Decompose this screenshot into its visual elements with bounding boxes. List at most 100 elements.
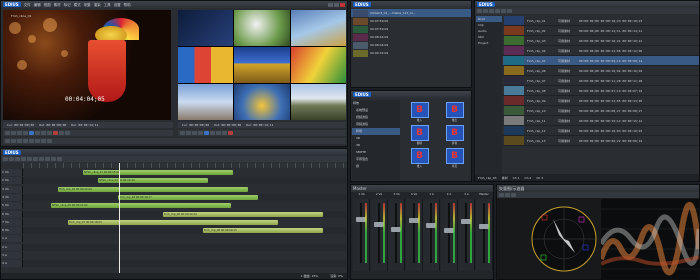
track-header[interactable]: 4 A xyxy=(1,260,23,268)
edit-tool-button[interactable] xyxy=(47,139,52,143)
effect-tree-node[interactable]: SMPTE xyxy=(352,149,400,156)
edit-tool-button[interactable] xyxy=(17,139,22,143)
bin-top-row[interactable]: 00:08:44:09 xyxy=(351,33,471,41)
bin-folder[interactable]: Project xyxy=(476,40,502,46)
play-button[interactable] xyxy=(29,131,34,135)
match-frame-button[interactable] xyxy=(65,131,70,135)
tl-tool-button[interactable] xyxy=(45,157,50,161)
bin-clip-row[interactable]: Fmh_clip_09 可用素材 00:00:00;00 00:00:13;05 0… xyxy=(503,96,699,106)
track-header[interactable]: 3 VA xyxy=(1,185,23,193)
cam-view-6[interactable] xyxy=(290,47,346,83)
menu-item[interactable]: 渲染 xyxy=(94,3,101,7)
track-header[interactable]: 7 VA xyxy=(1,218,23,226)
bin-tool-button[interactable] xyxy=(507,9,512,13)
effect-tree-node[interactable]: 2D xyxy=(352,135,400,142)
timeline-ruler[interactable] xyxy=(23,163,347,168)
effect-item[interactable]: B 推入 xyxy=(403,148,436,168)
tl-tool-button[interactable] xyxy=(15,157,20,161)
tl-tool-button[interactable] xyxy=(39,157,44,161)
set-in-button[interactable] xyxy=(5,131,10,135)
effect-tree-node[interactable]: 系统预设 xyxy=(352,107,400,114)
effect-tree-node[interactable]: 视频滤镜 xyxy=(352,114,400,121)
overwrite-button[interactable] xyxy=(53,131,58,135)
cam-view-8[interactable] xyxy=(234,84,290,120)
loop-button[interactable] xyxy=(47,131,52,135)
edit-tool-button[interactable] xyxy=(23,139,28,143)
timeline-clip[interactable]: Fmh_clip_07 00:00:18;03 xyxy=(68,219,278,225)
tl-tool-button[interactable] xyxy=(27,157,32,161)
scope-tool-button[interactable] xyxy=(505,193,510,197)
edit-tool-button[interactable] xyxy=(11,139,16,143)
edit-tool-button[interactable] xyxy=(29,139,34,143)
rec-play-button[interactable] xyxy=(204,131,209,135)
bin-top-row[interactable]: 00:00:32:09 xyxy=(351,49,471,57)
track-header[interactable]: 1 A xyxy=(1,235,23,243)
effect-tree-node[interactable]: 3D xyxy=(352,142,400,149)
track-header[interactable]: 2 VA xyxy=(1,177,23,185)
bin-clip-row[interactable]: Fmh_clip_03 可用素材 00:00:00;00 00:00:10;21 0… xyxy=(503,36,699,46)
bin-tool-button[interactable] xyxy=(477,9,482,13)
effect-tree-node[interactable]: 键 xyxy=(352,163,400,170)
track-header[interactable]: 4 VA xyxy=(1,193,23,201)
effect-tree-node[interactable]: 转场 xyxy=(352,128,400,135)
bin-tool-button[interactable] xyxy=(495,9,500,13)
bin-tool-button[interactable] xyxy=(501,9,506,13)
menu-item[interactable]: 素材 xyxy=(54,3,61,7)
rec-set-out-button[interactable] xyxy=(186,131,191,135)
close-button[interactable] xyxy=(340,2,345,7)
playhead[interactable] xyxy=(119,163,120,273)
track-header[interactable]: 8 VA xyxy=(1,227,23,235)
set-out-button[interactable] xyxy=(11,131,16,135)
effect-item[interactable]: B 折叠 xyxy=(438,125,471,145)
edit-tool-button[interactable] xyxy=(35,139,40,143)
bin-clip-row[interactable]: Fmh_clip_04 可用素材 00:00:00;00 00:00:12;06 0… xyxy=(503,46,699,56)
menu-item[interactable]: 设置 xyxy=(114,3,121,7)
bin-clip-row[interactable]: Fmh_clip_07 可用素材 00:00:00;00 00:00:11;28 0… xyxy=(503,76,699,86)
track-header[interactable]: 2 A xyxy=(1,243,23,251)
cam-view-9[interactable] xyxy=(290,84,346,120)
menu-item[interactable]: 采集 xyxy=(84,3,91,7)
rec-rewind-button[interactable] xyxy=(192,131,197,135)
tl-tool-button[interactable] xyxy=(21,157,26,161)
effect-item[interactable]: B 推出 xyxy=(438,102,471,122)
step-back-button[interactable] xyxy=(23,131,28,135)
cam-view-2[interactable] xyxy=(234,10,290,46)
edit-tool-button[interactable] xyxy=(5,139,10,143)
effect-item[interactable]: B 翻转 xyxy=(403,125,436,145)
effect-item[interactable]: B 推入 xyxy=(403,102,436,122)
scope-tool-button[interactable] xyxy=(511,193,516,197)
effect-tree-node[interactable]: 字幕混合 xyxy=(352,156,400,163)
bin-top-row[interactable]: 00:03:59:09 xyxy=(351,25,471,33)
edit-tool-button[interactable] xyxy=(41,139,46,143)
timeline-clip[interactable]: Fmh_clip_04 00:00:19;17 xyxy=(118,194,258,200)
tl-tool-button[interactable] xyxy=(9,157,14,161)
timeline-clip[interactable]: Fmh_clip_08 00:00:09;15 xyxy=(203,228,323,234)
bin-clip-row[interactable]: Fmh_clip_01 可用素材 00:00:00;00 00:00:18;23 0… xyxy=(503,16,699,26)
rewind-button[interactable] xyxy=(17,131,22,135)
bin-clip-row[interactable]: Fmh_clip_10 可用素材 00:00:00;00 00:00:08;27 0… xyxy=(503,106,699,116)
track-header[interactable]: 6 VA xyxy=(1,210,23,218)
rec-step-back-button[interactable] xyxy=(198,131,203,135)
track-header[interactable]: 3 A xyxy=(1,252,23,259)
menu-item[interactable]: 模式 xyxy=(74,3,81,7)
bin-clip-row[interactable]: Fmh_clip_06 可用素材 00:00:00;00 00:00:16;02 0… xyxy=(503,66,699,76)
menu-item[interactable]: 文件 xyxy=(24,3,31,7)
scope-tool-button[interactable] xyxy=(499,193,504,197)
effect-tree-node[interactable]: 音频滤镜 xyxy=(352,121,400,128)
cam-view-5[interactable] xyxy=(234,47,290,83)
timeline-clip[interactable]: NTSC_cline_05 00:00:21;02 xyxy=(51,203,231,209)
cam-view-3[interactable] xyxy=(290,10,346,46)
track-header[interactable]: 1 VA xyxy=(1,169,23,176)
menu-item[interactable]: 视图 xyxy=(44,3,51,7)
bin-clip-row[interactable]: Fmh_clip_02 可用素材 00:00:00;00 00:00:14;11 0… xyxy=(503,26,699,36)
cam-view-7[interactable] xyxy=(178,84,234,120)
rec-step-forward-button[interactable] xyxy=(210,131,215,135)
insert-button[interactable] xyxy=(59,131,64,135)
menu-item[interactable]: 标记 xyxy=(64,3,71,7)
bin-clip-row[interactable]: Fmh_clip_13 可用素材 00:00:00;00 00:00:06;22 0… xyxy=(503,136,699,146)
timeline-clip[interactable]: Fmh_clip_06 00:00:12;24 xyxy=(163,211,323,217)
effect-item[interactable]: B 卷页 xyxy=(438,148,471,168)
tl-tool-button[interactable] xyxy=(33,157,38,161)
bin-clip-row[interactable]: Fmh_clip_12 可用素材 00:00:00;00 00:00:10;03 0… xyxy=(503,126,699,136)
bin-clip-row[interactable]: Fmh_clip_05 可用素材 00:00:00;00 00:00:09;14 0… xyxy=(503,56,699,66)
